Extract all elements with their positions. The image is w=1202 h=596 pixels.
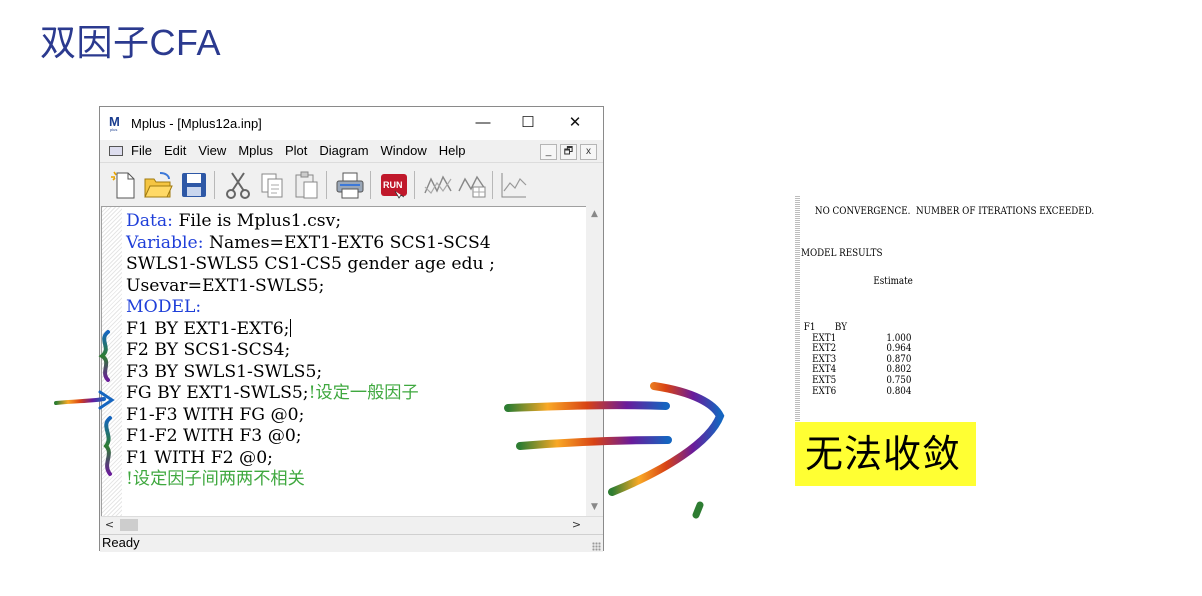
toolbar: RUN [100, 162, 603, 205]
open-folder-icon[interactable] [142, 169, 174, 201]
menu-diagram[interactable]: Diagram [319, 143, 368, 158]
output-text: NO CONVERGENCE. NUMBER OF ITERATIONS EXC… [801, 205, 1094, 289]
maximize-icon: ☐ [521, 114, 535, 131]
mplus-app-icon: M plus [109, 115, 120, 132]
menu-view[interactable]: View [198, 143, 226, 158]
table-row: EXT5 0.750 [812, 374, 912, 386]
table-row: EXT1 1.000 [812, 332, 912, 344]
menu-bar: File Edit View Mplus Plot Diagram Window… [100, 140, 603, 162]
menu-items: File Edit View Mplus Plot Diagram Window… [131, 143, 478, 158]
svg-text:plus: plus [110, 127, 117, 132]
copy-icon[interactable] [256, 169, 288, 201]
code-line: Data: File is Mplus1.csv; [126, 211, 342, 231]
toolbar-separator [326, 171, 327, 199]
code-line: !设定因子间两两不相关 [126, 469, 305, 489]
scroll-up-icon[interactable]: ▲ [586, 206, 603, 223]
close-icon: ✕ [568, 114, 582, 131]
mdi-close-button[interactable]: x [580, 144, 597, 160]
run-icon[interactable]: RUN [378, 169, 410, 201]
output-panel: NO CONVERGENCE. NUMBER OF ITERATIONS EXC… [795, 196, 1201, 422]
resize-grip-icon[interactable] [592, 542, 601, 551]
factor-line: F1 BY [801, 322, 848, 333]
close-button[interactable]: ✕ [552, 109, 598, 137]
no-convergence-badge: 无法收敛 [795, 422, 976, 486]
minimize-icon: — [475, 114, 491, 131]
menu-file[interactable]: File [131, 143, 152, 158]
code-line: MODEL: [126, 297, 202, 317]
menu-window[interactable]: Window [381, 143, 427, 158]
document-icon[interactable] [109, 146, 123, 156]
code-line: F2 BY SCS1-SCS4; [126, 340, 291, 360]
table-row: EXT3 0.870 [812, 353, 912, 365]
table-row: EXT4 0.802 [812, 364, 912, 376]
plot-1-icon[interactable] [422, 169, 454, 201]
toolbar-separator [414, 171, 415, 199]
scroll-down-icon[interactable]: ▼ [586, 499, 603, 516]
mdi-controls: _ 🗗 x [540, 144, 597, 160]
table-row: EXT2 0.964 [812, 343, 912, 355]
window-titlebar[interactable]: M plus Mplus - [Mplus12a.inp] — ☐ ✕ [100, 107, 603, 140]
estimates-table: F1 BY EXT1 1.000 EXT2 0.964 EXT3 0.870 E… [801, 322, 912, 397]
code-line: Usevar=EXT1-SWLS5; [126, 275, 325, 296]
code-line: Variable: Names=EXT1-EXT6 SCS1-SCS4 [126, 232, 491, 253]
scroll-left-icon[interactable]: < [101, 517, 118, 534]
code-line: SWLS1-SWLS5 CS1-CS5 gender age edu ; [126, 254, 495, 274]
model-results-heading: MODEL RESULTS [801, 248, 883, 259]
convergence-warning: NO CONVERGENCE. NUMBER OF ITERATIONS EXC… [801, 206, 1095, 217]
menu-mplus[interactable]: Mplus [238, 143, 273, 158]
input-code[interactable]: Data: File is Mplus1.csv; Variable: Name… [126, 211, 495, 491]
estimate-header: Estimate [801, 276, 913, 287]
code-line: F3 BY SWLS1-SWLS5; [126, 361, 323, 382]
plot-2-icon[interactable] [456, 169, 488, 201]
horizontal-scrollbar[interactable]: < > [101, 516, 603, 534]
mplus-window: M plus Mplus - [Mplus12a.inp] — ☐ ✕ File… [99, 106, 604, 552]
toolbar-separator [370, 171, 371, 199]
minimize-button[interactable]: — [460, 109, 506, 137]
svg-text:RUN: RUN [383, 180, 403, 190]
code-line: F1 WITH F2 @0; [126, 447, 273, 468]
print-icon[interactable] [334, 169, 366, 201]
output-margin-bar [795, 196, 800, 422]
menu-edit[interactable]: Edit [164, 143, 186, 158]
new-file-icon[interactable] [108, 169, 140, 201]
menu-help[interactable]: Help [439, 143, 466, 158]
scroll-right-icon[interactable]: > [568, 517, 585, 534]
status-bar: Ready [100, 534, 603, 552]
paste-icon[interactable] [290, 169, 322, 201]
cut-icon[interactable] [222, 169, 254, 201]
toolbar-separator [214, 171, 215, 199]
text-caret [290, 318, 292, 337]
status-text: Ready [102, 535, 140, 550]
plot-3-icon[interactable] [498, 169, 530, 201]
toolbar-separator [492, 171, 493, 199]
maximize-button[interactable]: ☐ [505, 109, 551, 137]
code-line: F1 BY EXT1-EXT6; [126, 318, 292, 339]
code-line: F1-F2 WITH F3 @0; [126, 426, 302, 446]
code-editor[interactable]: Data: File is Mplus1.csv; Variable: Name… [101, 206, 587, 517]
slide-title: 双因子CFA [40, 22, 222, 63]
mdi-minimize-button[interactable]: _ [540, 144, 557, 160]
code-line: FG BY EXT1-SWLS5;!设定一般因子 [126, 383, 419, 403]
vertical-scrollbar[interactable]: ▲ ▼ [586, 206, 603, 516]
mdi-restore-button[interactable]: 🗗 [560, 144, 577, 160]
window-title: Mplus - [Mplus12a.inp] [131, 116, 262, 131]
scroll-thumb[interactable] [120, 519, 138, 531]
table-row: EXT6 0.804 [812, 385, 912, 397]
save-icon[interactable] [178, 169, 210, 201]
menu-plot[interactable]: Plot [285, 143, 307, 158]
editor-gutter [102, 207, 122, 517]
code-line: F1-F3 WITH FG @0; [126, 404, 305, 425]
